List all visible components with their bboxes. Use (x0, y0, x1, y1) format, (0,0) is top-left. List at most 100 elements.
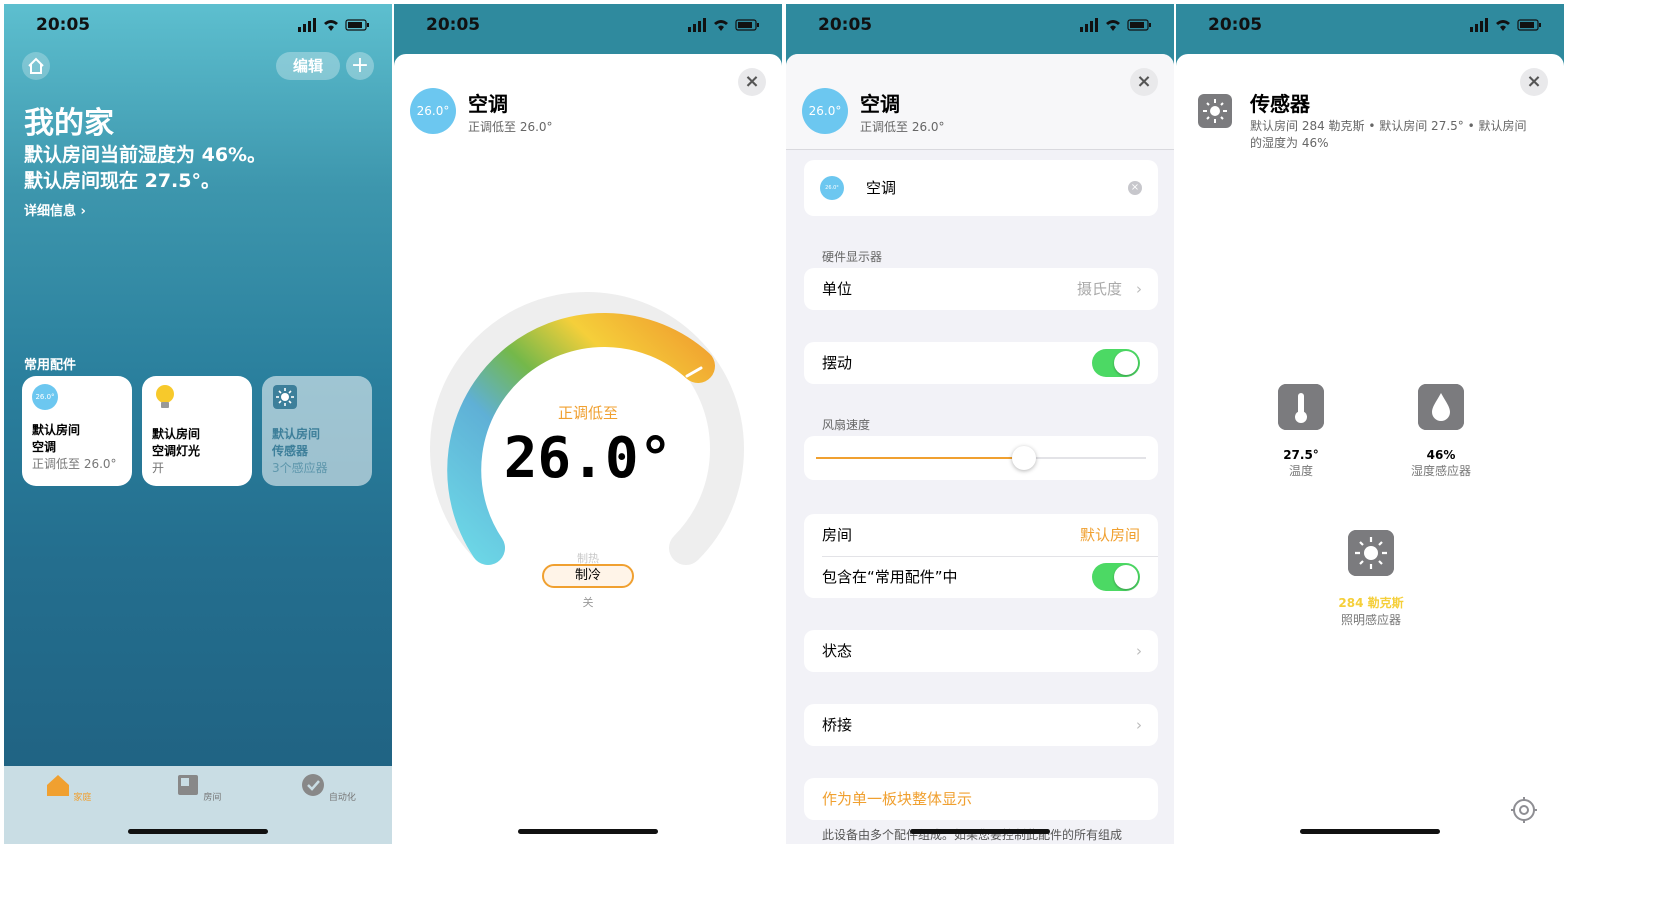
tab-rooms[interactable]: 房间 (168, 772, 228, 803)
fan-speed-card (804, 436, 1158, 480)
ac-settings-screen: 20:05 × 26.0° 空调 正调低至 26.0° 26.0° 空调 × 硬… (786, 4, 1174, 844)
home-indicator (128, 829, 268, 834)
status-time: 20:05 (426, 15, 481, 35)
status-line-humidity: 默认房间当前湿度为 46%。 (24, 144, 267, 166)
status-icons (1080, 18, 1151, 32)
ac-sheet: × 26.0° 空调 正调低至 26.0° 正调低至 26.0° 制热 制冷 关 (394, 54, 782, 844)
sensor-tile-light[interactable]: 284 勒克斯 照明感应器 (1301, 530, 1441, 628)
status-line-temperature: 默认房间现在 27.5°。 (24, 170, 220, 192)
status-bar: 20:05 (4, 4, 392, 48)
tile-ac-light[interactable]: 默认房间 空调灯光 开 (142, 376, 252, 486)
accessory-name-field[interactable]: 26.0° 空调 × (804, 160, 1158, 216)
tab-home[interactable]: 家庭 (38, 772, 98, 803)
status-bar: 20:05 (1176, 4, 1564, 48)
drop-icon (1418, 384, 1464, 430)
include-favorites-row: 包含在“常用配件”中 (804, 556, 1158, 598)
sensor-name: 照明感应器 (1340, 613, 1401, 627)
gear-icon[interactable] (1510, 796, 1538, 824)
accessory-status: 正调低至 26.0° (860, 120, 945, 134)
home-status-summary: 默认房间当前湿度为 46%。 默认房间现在 27.5°。 (24, 142, 364, 194)
sun-icon (1198, 94, 1232, 128)
ac-settings-sheet: × 26.0° 空调 正调低至 26.0° 26.0° 空调 × 硬件显示器 单… (786, 54, 1174, 844)
edit-button[interactable]: 编辑 (276, 52, 340, 80)
status-bar: 20:05 (786, 4, 1174, 48)
room-label: 房间 (822, 526, 853, 544)
automation-icon (302, 774, 325, 796)
status-label: 状态 (822, 642, 853, 660)
chevron-right-icon: › (1136, 642, 1142, 660)
include-favorites-toggle[interactable] (1092, 563, 1140, 591)
accessory-name-value: 空调 (866, 179, 897, 197)
tile-state: 正调低至 26.0° (32, 457, 117, 471)
lightbulb-icon (156, 385, 174, 408)
small-ac-badge: 26.0° (820, 176, 844, 200)
tile-room: 默认房间 (32, 423, 81, 437)
close-button[interactable]: × (738, 68, 766, 96)
house-icon (46, 775, 69, 796)
home-settings-button[interactable] (22, 52, 50, 80)
sensor-value: 284 勒克斯 (1338, 596, 1404, 610)
sensor-value: 46% (1426, 448, 1456, 462)
sensor-subtitle: 默认房间 284 勒克斯 • 默认房间 27.5° • 默认房间的湿度为 46% (1250, 119, 1527, 150)
tile-name: 传感器 (272, 444, 309, 458)
status-icons (298, 18, 369, 32)
sensor-tile-temperature[interactable]: 27.5° 温度 (1231, 384, 1371, 479)
sensor-sheet: × 传感器 默认房间 284 勒克斯 • 默认房间 27.5° • 默认房间的湿… (1176, 54, 1564, 844)
tab-automation[interactable]: 自动化 (298, 772, 358, 803)
thermometer-icon (1278, 384, 1324, 430)
status-icons (1470, 18, 1541, 32)
swing-label: 摆动 (822, 354, 853, 372)
unit-row[interactable]: 单位 摄氏度 › (804, 268, 1158, 310)
mode-cool[interactable]: 制冷 (542, 564, 634, 588)
room-row[interactable]: 房间 默认房间 (804, 514, 1158, 556)
tile-name: 空调灯光 (152, 444, 201, 458)
house-icon (28, 57, 44, 74)
sensor-title: 传感器 (1250, 92, 1310, 116)
details-link[interactable]: 详细信息 › (24, 200, 86, 219)
tile-ac[interactable]: 26.0° 默认房间 空调 正调低至 26.0° (22, 376, 132, 486)
swing-row: 摆动 (804, 342, 1158, 384)
sensor-value: 27.5° (1283, 448, 1319, 462)
accessory-status: 正调低至 26.0° (468, 120, 553, 134)
bridge-label: 桥接 (822, 716, 853, 734)
unit-value: 摄氏度 (1076, 280, 1122, 298)
chevron-right-icon: › (1136, 280, 1142, 298)
fan-speed-slider-thumb[interactable] (1011, 446, 1036, 470)
status-row[interactable]: 状态 › (804, 630, 1158, 672)
hw-display-section-label: 硬件显示器 (822, 250, 883, 264)
tile-name: 空调 (32, 440, 57, 454)
tile-room: 默认房间 (152, 427, 201, 441)
dial-label: 正调低至 (557, 404, 618, 422)
home-screen: 20:05 编辑 + 我的家 默认房间当前湿度为 46%。 默认房间现在 27.… (4, 4, 392, 844)
settings-header: × 26.0° 空调 正调低至 26.0° (786, 54, 1174, 150)
ac-badge-icon: 26.0° (32, 384, 58, 410)
sensor-screen: 20:05 × 传感器 默认房间 284 勒克斯 • 默认房间 27.5° • … (1176, 4, 1564, 844)
sensor-name: 温度 (1288, 464, 1313, 478)
close-button[interactable]: × (1520, 68, 1548, 96)
show-as-single-tile-row[interactable]: 作为单一板块整体显示 (804, 778, 1158, 820)
ac-temp-badge: 26.0° (802, 88, 848, 134)
include-favorites-label: 包含在“常用配件”中 (822, 568, 958, 586)
favorites-section-label: 常用配件 (24, 358, 77, 373)
close-button[interactable]: × (1130, 68, 1158, 96)
ac-control-screen: 20:05 × 26.0° 空调 正调低至 26.0° 正调低至 26.0° 制… (394, 4, 782, 844)
sensor-name: 湿度感应器 (1410, 464, 1471, 478)
clear-icon[interactable]: × (1128, 181, 1142, 195)
home-indicator (1300, 829, 1440, 834)
home-indicator (910, 829, 1050, 834)
sensor-tile-humidity[interactable]: 46% 湿度感应器 (1371, 384, 1511, 479)
rooms-icon (177, 775, 198, 795)
fan-speed-section-label: 风扇速度 (822, 418, 871, 432)
swing-toggle[interactable] (1092, 349, 1140, 377)
add-button[interactable]: + (346, 52, 374, 80)
room-and-favorites-card: 房间 默认房间 包含在“常用配件”中 (804, 514, 1158, 598)
tile-sensor[interactable]: 默认房间 传感器 3个感应器 (262, 376, 372, 486)
sun-icon (1348, 530, 1394, 576)
status-time: 20:05 (36, 15, 91, 35)
fan-speed-fill (816, 457, 1024, 459)
dial-value: 26.0° (503, 426, 673, 491)
chevron-right-icon: › (1136, 716, 1142, 734)
tile-state: 开 (152, 461, 165, 475)
bridge-row[interactable]: 桥接 › (804, 704, 1158, 746)
mode-off[interactable]: 关 (394, 594, 782, 610)
